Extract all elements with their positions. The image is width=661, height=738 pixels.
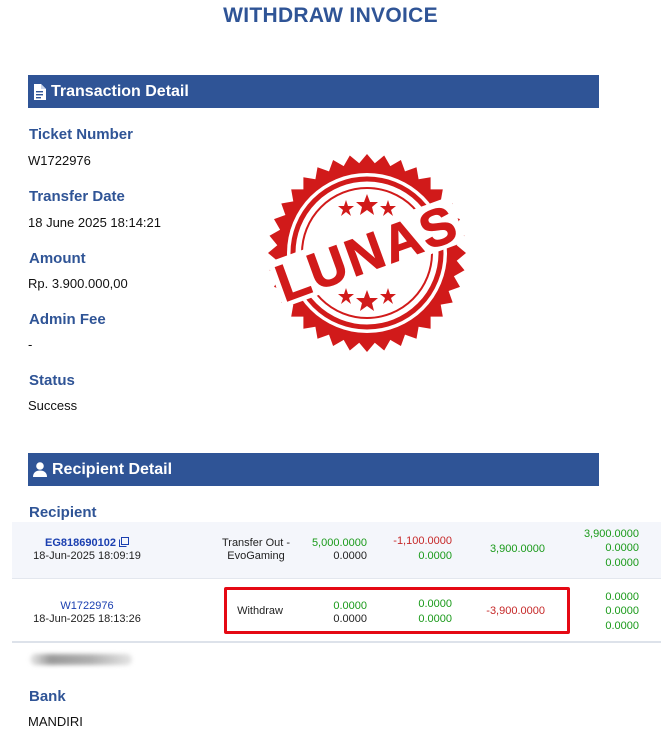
ticket-number-label: Ticket Number <box>29 126 133 143</box>
transfer-date-value: 18 June 2025 18:14:21 <box>28 215 162 230</box>
ticket-number-value: W1722976 <box>28 153 91 168</box>
col4-line2: 0.0000 <box>605 542 639 554</box>
recipient-detail-header: Recipient Detail <box>28 453 599 486</box>
status-value: Success <box>28 398 78 413</box>
transaction-detail-title: Transaction Detail <box>51 82 189 100</box>
col4-line2: 0.0000 <box>605 605 639 617</box>
redacted-text <box>30 654 132 665</box>
copy-icon[interactable] <box>119 537 129 547</box>
admin-fee-value: - <box>28 337 33 352</box>
col2-top: -1,100.0000 <box>393 535 452 547</box>
col1-bottom: 0.0000 <box>333 550 367 562</box>
bank-value: MANDIRI <box>28 714 83 729</box>
col2-bottom: 0.0000 <box>418 550 452 562</box>
col1-top: 5,000.0000 <box>311 537 367 549</box>
transaction-description: Transfer Out - EvoGaming <box>221 537 291 562</box>
transaction-id-link[interactable]: W1722976 <box>12 600 162 613</box>
transfer-date-label: Transfer Date <box>29 188 125 205</box>
transaction-detail-header: Transaction Detail <box>28 75 599 108</box>
document-icon <box>34 83 46 100</box>
user-icon <box>33 462 47 477</box>
transaction-date: 18-Jun-2025 18:09:19 <box>33 550 141 562</box>
status-label: Status <box>29 372 75 389</box>
amount-value: Rp. 3.900.000,00 <box>28 276 128 291</box>
recipient-label: Recipient <box>29 504 97 521</box>
col4-line3: 0.0000 <box>605 557 639 569</box>
page-title: WITHDRAW INVOICE <box>223 4 438 27</box>
transaction-date: 18-Jun-2025 18:13:26 <box>33 613 141 625</box>
col4-line1: 3,900.0000 <box>583 528 639 540</box>
lunas-stamp: LUNAS <box>267 154 467 352</box>
highlight-box <box>224 587 570 634</box>
recipient-detail-title: Recipient Detail <box>52 460 173 478</box>
col3-value: 3,900.0000 <box>489 543 545 555</box>
bank-label: Bank <box>29 688 66 705</box>
col4-line1: 0.0000 <box>605 591 639 603</box>
admin-fee-label: Admin Fee <box>29 311 106 328</box>
table-row: EG818690102 18-Jun-2025 18:09:19 Transfe… <box>12 522 661 579</box>
col4-line3: 0.0000 <box>605 620 639 632</box>
transaction-id-link[interactable]: EG818690102 <box>12 537 162 550</box>
amount-label: Amount <box>29 250 86 267</box>
